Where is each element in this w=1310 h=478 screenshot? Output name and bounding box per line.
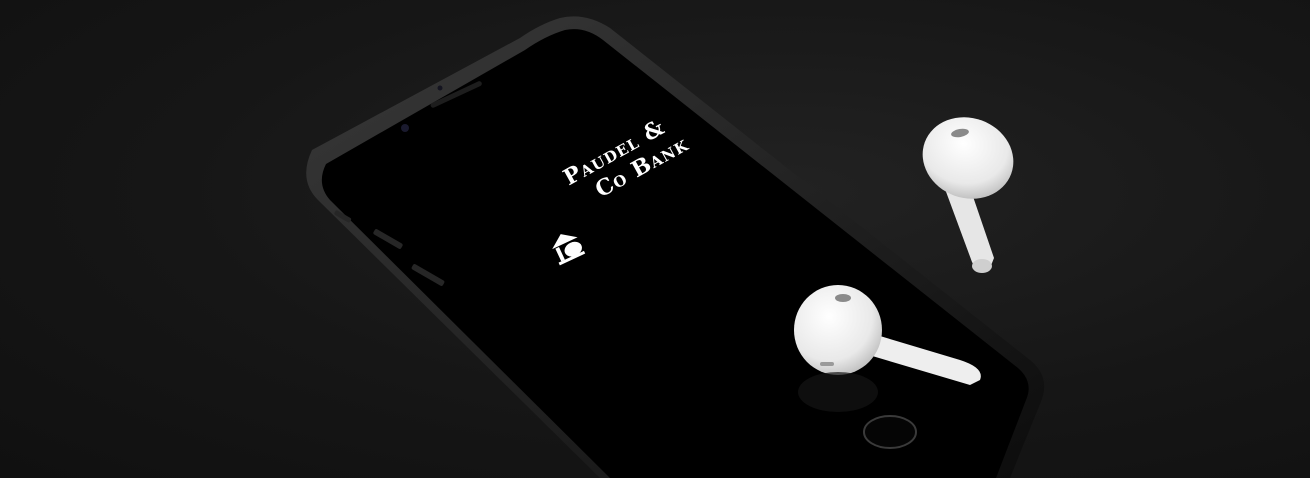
smartphone <box>306 16 1045 478</box>
product-photo: Paudel & Co Bank <box>0 0 1310 478</box>
sensor-dot <box>437 85 443 91</box>
home-button <box>863 415 917 449</box>
front-camera <box>401 124 409 132</box>
earbud-right <box>922 117 1014 273</box>
scene-graphics <box>306 16 1045 478</box>
